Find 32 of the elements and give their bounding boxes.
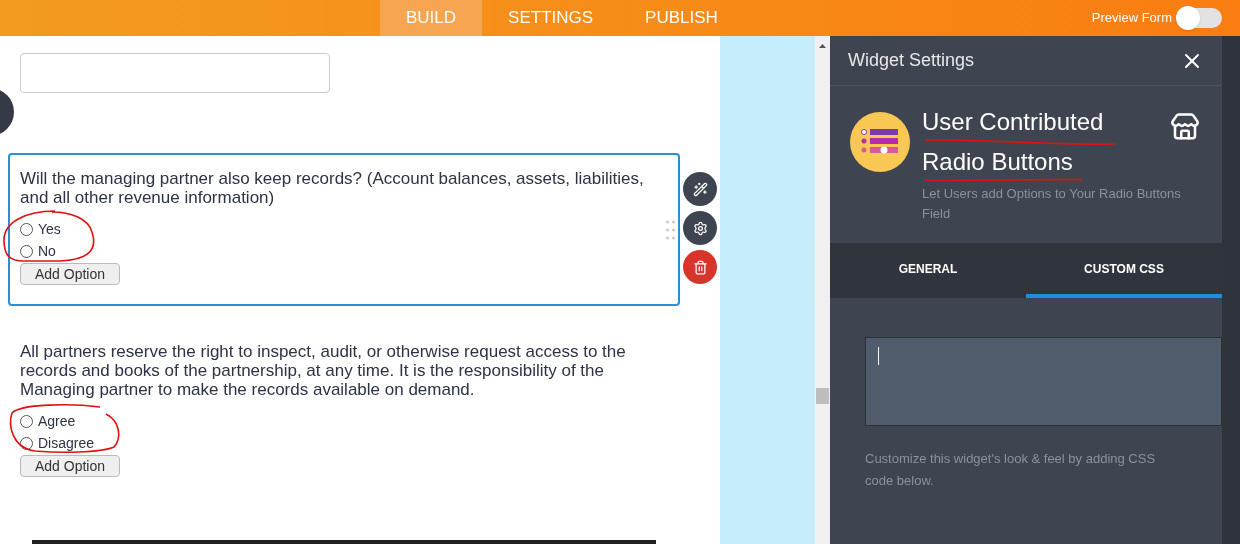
option-label: Agree xyxy=(38,412,76,431)
drag-handle-icon[interactable] xyxy=(666,220,675,240)
panel-title: Widget Settings xyxy=(848,49,975,72)
question-text: Will the managing partner also keep records? (Account balances, assets, liabilities, and all other revenue information) xyxy=(20,169,645,207)
widget-name-line: User Contributed xyxy=(922,108,1104,136)
settings-button[interactable] xyxy=(683,211,717,245)
add-option-button[interactable]: Add Option xyxy=(20,263,120,285)
option-label: Disagree xyxy=(38,434,95,453)
add-option-button[interactable]: Add Option xyxy=(20,455,120,477)
delete-button[interactable] xyxy=(683,250,717,284)
widget-tab[interactable]: GENERAL xyxy=(830,243,1026,298)
magic-wand-icon xyxy=(692,181,708,197)
trash-icon xyxy=(692,259,708,275)
settings-icon xyxy=(692,220,708,236)
radio-button[interactable] xyxy=(20,415,33,428)
text-input-field[interactable] xyxy=(20,53,330,93)
radio-button[interactable] xyxy=(20,223,33,236)
question-text: All partners reserve the right to inspect, audit, or otherwise request access to the records and books of the partnership, at any time. It is the responsibility of the Managing partner to make the records available on demand. xyxy=(20,342,627,399)
scrollbar-thumb[interactable] xyxy=(816,388,829,404)
widget-description: Let Users add Options to Your Radio Buttons Field xyxy=(922,185,1182,223)
scroll-up-icon[interactable] xyxy=(819,44,826,48)
preview-form-label: Preview Form xyxy=(1091,9,1172,28)
magic-wand-button[interactable] xyxy=(683,172,717,206)
option-label: No xyxy=(38,242,56,261)
widget-name-line: Radio Buttons xyxy=(922,148,1073,176)
css-input-field[interactable] xyxy=(865,337,1222,426)
radio-button[interactable] xyxy=(20,245,33,258)
radio-list-icon xyxy=(850,112,910,172)
preview-toggle[interactable] xyxy=(1178,8,1222,28)
store-icon[interactable] xyxy=(1170,112,1200,142)
option-label: Yes xyxy=(38,220,61,239)
css-help-text: Customize this widget's look & feel by adding CSS code below. xyxy=(865,450,1157,490)
